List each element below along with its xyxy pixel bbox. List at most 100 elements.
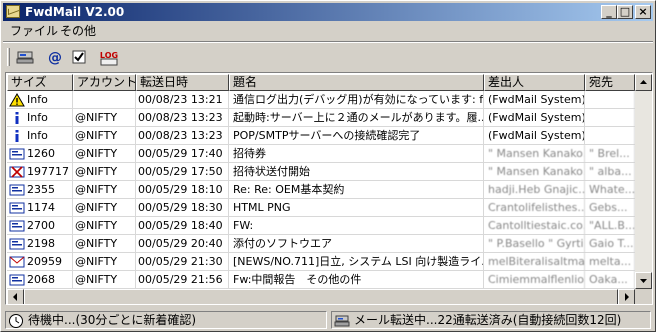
scroll-left-button[interactable] (7, 289, 24, 304)
cell-from: melBiteralisaltmat... (484, 253, 585, 271)
status-pane-right: メール転送中...22通転送済み(自動接続回数12回) (331, 311, 651, 329)
cell-account: @NIFTY (73, 109, 136, 127)
cell-size: 1260 (7, 145, 73, 163)
cell-date: 00/05/29 17:40 (136, 145, 229, 163)
menu-other[interactable]: その他 (60, 24, 96, 38)
cell-size: 197717 (7, 163, 73, 181)
maximize-button[interactable]: □ (617, 5, 633, 19)
cell-from: Cantolltiestaic.co.j... (484, 217, 585, 235)
close-button[interactable]: × (635, 5, 651, 19)
cell-date: 00/05/29 21:30 (136, 253, 229, 271)
table-row[interactable]: Info 00/08/23 13:21 通信ログ出力(デバッグ用)が有効になっていま… (7, 91, 635, 109)
cell-from: " Mansen Kanako... (484, 163, 585, 181)
cell-date: 00/05/29 20:40 (136, 235, 229, 253)
cell-subject: 招待状送付開始 (229, 163, 484, 181)
cell-to: Oaka... (585, 271, 635, 289)
table-row[interactable]: 1174 @NIFTY 00/05/29 18:30 HTML PNG Crantoli… (7, 199, 635, 217)
status-bar: 待機中...(30分ごとに新着確認) メール転送中...22通転送済み(自動接続… (3, 309, 653, 331)
status-left-text: 待機中...(30分ごとに新着確認) (28, 313, 197, 327)
table-row[interactable]: Info @NIFTY 00/08/23 13:23 POP/SMTPサーバーへの接続… (7, 127, 635, 145)
cell-date: 00/05/29 18:30 (136, 199, 229, 217)
cell-subject: 招待券 (229, 145, 484, 163)
cell-subject: Fw:中間報告 その他の件 (229, 271, 484, 289)
svg-text:@: @ (48, 50, 62, 66)
cell-subject: HTML PNG (229, 199, 484, 217)
cell-account: @NIFTY (73, 253, 136, 271)
window-title: FwdMail V2.00 (25, 5, 125, 19)
cell-subject: [NEWS/NO.711]日立, システム LSI 向け製造ライ... (229, 253, 484, 271)
app-mail-icon (6, 5, 20, 18)
cell-subject: 通信ログ出力(デバッグ用)が有効になっています: f... (229, 91, 484, 109)
cell-account: @NIFTY (73, 235, 136, 253)
cell-to: Gaio T... (585, 235, 635, 253)
scroll-up-button[interactable] (635, 74, 652, 91)
server-status-icon (334, 313, 350, 327)
server-icon[interactable] (15, 47, 35, 67)
table-row[interactable]: Info @NIFTY 00/08/23 13:23 起動時:サーバー上に２通のメール… (7, 109, 635, 127)
scroll-down-button[interactable] (635, 272, 652, 289)
table-row[interactable]: 2700 @NIFTY 00/05/29 18:40 FW: Cantolltiesta… (7, 217, 635, 235)
cell-from: Crantolifelisthes... (484, 199, 585, 217)
cell-size: 2355 (7, 181, 73, 199)
horizontal-scrollbar[interactable] (7, 289, 635, 304)
cell-account: @NIFTY (73, 181, 136, 199)
toolbar-grip (7, 48, 10, 66)
cell-from: Cimiemmalflenlio... (484, 271, 585, 289)
svg-text:LOG: LOG (100, 51, 118, 60)
cell-account: @NIFTY (73, 199, 136, 217)
table-row[interactable]: 2068 @NIFTY 00/05/29 21:56 Fw:中間報告 その他の件 Cim… (7, 271, 635, 289)
column-header-date[interactable]: 転送日時 (136, 74, 229, 91)
cell-to (585, 91, 635, 109)
cell-date: 00/05/29 18:40 (136, 217, 229, 235)
cell-to: " alba... (585, 163, 635, 181)
table-row[interactable]: 2198 @NIFTY 00/05/29 20:40 添付のソフトウエア " P.Bas… (7, 235, 635, 253)
toolbar: @ LOG (3, 43, 653, 71)
cell-to: Whate... (585, 181, 635, 199)
cell-to (585, 109, 635, 127)
scroll-right-button[interactable] (618, 289, 635, 304)
column-header-subject[interactable]: 題名 (229, 74, 484, 91)
cell-from: " Mansen Kanako... (484, 145, 585, 163)
cell-subject: FW: (229, 217, 484, 235)
cell-date: 00/05/29 17:50 (136, 163, 229, 181)
at-sign-icon[interactable]: @ (45, 47, 65, 67)
vertical-scrollbar[interactable] (635, 74, 652, 289)
cell-date: 00/05/29 18:10 (136, 181, 229, 199)
cell-from: (FwdMail System) (484, 127, 585, 145)
column-header-to[interactable]: 宛先 (585, 74, 635, 91)
column-header-from[interactable]: 差出人 (484, 74, 585, 91)
cell-account: @NIFTY (73, 127, 136, 145)
checkbox-icon[interactable] (69, 47, 89, 67)
column-header-size[interactable]: サイズ (7, 74, 73, 91)
table-row[interactable]: 197717 @NIFTY 00/05/29 17:50 招待状送付開始 " Manse… (7, 163, 635, 181)
cell-subject: POP/SMTPサーバーへの接続確認完了 (229, 127, 484, 145)
cell-to: " Brel... (585, 145, 635, 163)
column-header-account[interactable]: アカウント (73, 74, 136, 91)
cell-account: @NIFTY (73, 271, 136, 289)
cell-from: " P.Basello " Gyrtin... (484, 235, 585, 253)
mail-list-viewport: サイズ アカウント 転送日時 題名 差出人 宛先 Info 00/08/23 13… (7, 74, 635, 289)
cell-subject: 添付のソフトウエア (229, 235, 484, 253)
cell-subject: Re: Re: OEM基本契約 (229, 181, 484, 199)
table-row[interactable]: 1260 @NIFTY 00/05/29 17:40 招待券 " Mansen Kana… (7, 145, 635, 163)
clock-icon (8, 313, 24, 328)
table-row[interactable]: 2355 @NIFTY 00/05/29 18:10 Re: Re: OEM基本契約 h… (7, 181, 635, 199)
minimize-button[interactable]: _ (601, 5, 617, 19)
scroll-corner (635, 289, 652, 304)
log-icon[interactable]: LOG (99, 47, 119, 67)
cell-size: Info (7, 109, 73, 127)
cell-account: @NIFTY (73, 217, 136, 235)
cell-from: (FwdMail System) (484, 91, 585, 109)
cell-to: melta... (585, 253, 635, 271)
table-row[interactable]: 20959 @NIFTY 00/05/29 21:30 [NEWS/NO.711]日立… (7, 253, 635, 271)
cell-date: 00/08/23 13:23 (136, 127, 229, 145)
cell-size: 2700 (7, 217, 73, 235)
menu-bar: ファイル その他 (3, 22, 653, 41)
cell-subject: 起動時:サーバー上に２通のメールがあります。履... (229, 109, 484, 127)
title-bar[interactable]: FwdMail V2.00 _ □ × (3, 3, 653, 21)
cell-size: 20959 (7, 253, 73, 271)
scroll-thumb[interactable] (24, 289, 618, 304)
menu-file[interactable]: ファイル (10, 24, 58, 38)
cell-from: (FwdMail System) (484, 109, 585, 127)
app-window: FwdMail V2.00 _ □ × ファイル その他 @ LOG サイズ ア… (0, 0, 656, 332)
